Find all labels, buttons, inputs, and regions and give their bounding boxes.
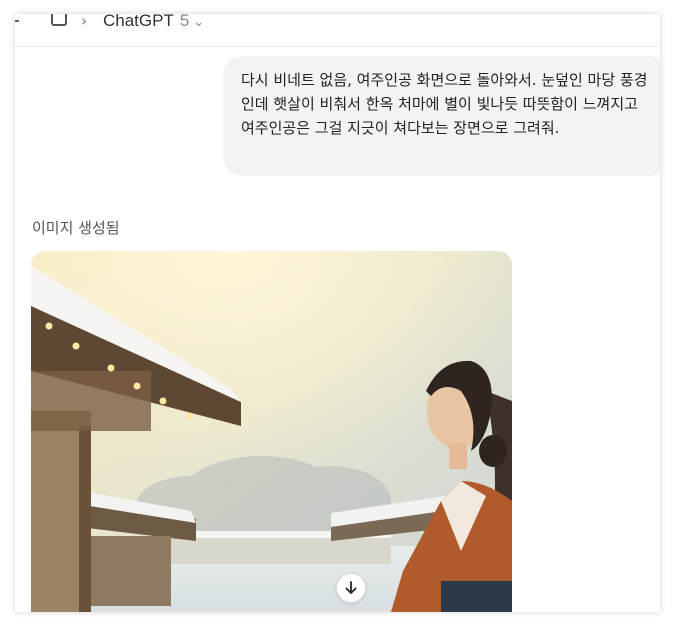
user-message-bubble: 다시 비네트 없음, 여주인공 화면으로 돌아와서. 눈덮인 마당 풍경인데 햇… bbox=[223, 56, 660, 176]
chat-window: › ChatGPT 5 ⌄ 다시 비네트 없음, 여주인공 화면으로 돌아와서. 눈… bbox=[15, 14, 660, 612]
chevron-down-icon: ⌄ bbox=[193, 14, 205, 29]
generated-image[interactable] bbox=[31, 251, 512, 612]
arrow-down-icon bbox=[345, 581, 357, 594]
model-name: ChatGPT bbox=[103, 14, 174, 30]
scroll-down-button[interactable] bbox=[336, 573, 366, 603]
breadcrumb-separator: › bbox=[81, 14, 87, 30]
top-bar: › ChatGPT 5 ⌄ bbox=[15, 14, 660, 47]
image-generated-label: 이미지 생성됨 bbox=[32, 219, 120, 237]
panel-icon[interactable] bbox=[51, 14, 67, 26]
model-version: 5 bbox=[179, 14, 190, 30]
sidebar-toggle-icon[interactable] bbox=[15, 20, 19, 26]
model-selector[interactable]: ChatGPT 5 ⌄ bbox=[103, 14, 204, 31]
